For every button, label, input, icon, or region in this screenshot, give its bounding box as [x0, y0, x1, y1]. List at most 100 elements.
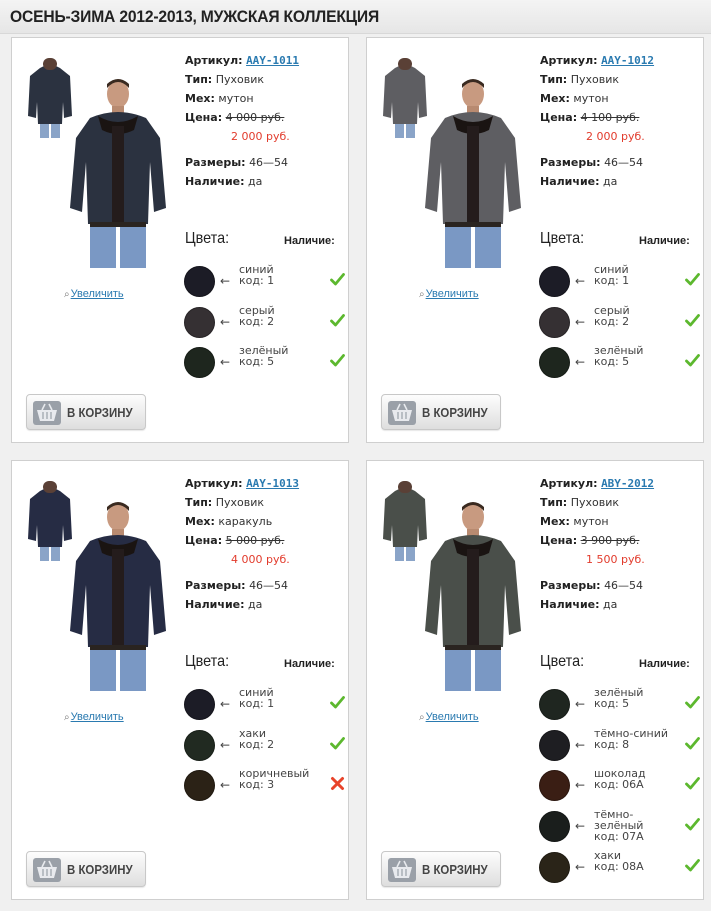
- back-view-thumbnail[interactable]: [26, 481, 74, 563]
- sizes-label: Размеры:: [540, 579, 601, 592]
- color-swatch[interactable]: [539, 730, 570, 761]
- checkmark-icon: [330, 273, 345, 286]
- catalog-page: ОСЕНЬ-ЗИМА 2012-2013, МУЖСКАЯ КОЛЛЕКЦИЯ …: [0, 0, 711, 911]
- sku-link[interactable]: AAY-1012: [601, 54, 654, 67]
- checkmark-icon: [330, 314, 345, 327]
- sizes-value: 46—54: [249, 156, 289, 169]
- color-swatch-row[interactable]: ← серый код: 2: [184, 305, 345, 341]
- checkmark-icon: [685, 777, 700, 790]
- price-label: Цена:: [185, 534, 223, 547]
- product-photo[interactable]: [68, 78, 168, 268]
- sku-link[interactable]: ABY-2012: [601, 477, 654, 490]
- back-view-thumbnail[interactable]: [381, 481, 429, 563]
- color-label: зелёный код: 5: [239, 345, 325, 367]
- type-label: Тип:: [540, 73, 568, 86]
- page-title: ОСЕНЬ-ЗИМА 2012-2013, МУЖСКАЯ КОЛЛЕКЦИЯ: [10, 7, 380, 26]
- product-photo[interactable]: [68, 501, 168, 691]
- colors-heading: Цвета:: [185, 230, 230, 247]
- product-card: ⌕Увеличить Артикул: ABY-2012 Тип: Пухови…: [366, 460, 704, 900]
- color-swatch[interactable]: [184, 347, 215, 378]
- color-swatch-row[interactable]: ← синий код: 1: [184, 687, 345, 723]
- zoom-link[interactable]: ⌕Увеличить: [419, 288, 479, 300]
- type-label: Тип:: [185, 496, 213, 509]
- color-swatch[interactable]: [184, 730, 215, 761]
- color-swatch[interactable]: [539, 770, 570, 801]
- color-label: синий код: 1: [239, 264, 325, 286]
- color-label: зелёный код: 5: [594, 687, 680, 709]
- color-swatch-row[interactable]: ← коричневый код: 3: [184, 768, 344, 804]
- add-to-cart-label: В КОРЗИНУ: [67, 862, 133, 877]
- product-info: Артикул: AAY-1011 Тип: Пуховик Мех: муто…: [185, 51, 299, 191]
- zoom-link[interactable]: ⌕Увеличить: [64, 288, 124, 300]
- availability-column-heading: Наличие:: [639, 235, 690, 247]
- color-label: зелёный код: 5: [594, 345, 680, 367]
- price-label: Цена:: [540, 534, 578, 547]
- color-swatch[interactable]: [539, 689, 570, 720]
- color-swatch[interactable]: [539, 852, 570, 883]
- add-to-cart-button[interactable]: В КОРЗИНУ: [381, 394, 501, 430]
- color-swatch[interactable]: [539, 266, 570, 297]
- color-swatch-row[interactable]: ← зелёный код: 5: [184, 345, 345, 381]
- add-to-cart-button[interactable]: В КОРЗИНУ: [26, 851, 146, 887]
- sizes-label: Размеры:: [540, 156, 601, 169]
- magnifier-icon: ⌕: [419, 289, 425, 300]
- add-to-cart-button[interactable]: В КОРЗИНУ: [381, 851, 501, 887]
- checkmark-icon: [685, 273, 700, 286]
- availability-column-heading: Наличие:: [639, 658, 690, 670]
- arrow-left-icon: ←: [575, 315, 586, 329]
- cross-icon: [331, 777, 344, 790]
- color-swatch-row[interactable]: ← тёмно-зелёный код: 07A: [539, 809, 700, 845]
- color-swatch-row[interactable]: ← синий код: 1: [184, 264, 345, 300]
- basket-icon: [33, 858, 61, 882]
- color-swatch-row[interactable]: ← серый код: 2: [539, 305, 700, 341]
- zoom-link[interactable]: ⌕Увеличить: [419, 711, 479, 723]
- color-swatch[interactable]: [184, 266, 215, 297]
- availability-column-heading: Наличие:: [284, 658, 335, 670]
- color-swatch-row[interactable]: ← хаки код: 2: [184, 728, 345, 764]
- color-swatch-row[interactable]: ← зелёный код: 5: [539, 687, 700, 723]
- color-swatch[interactable]: [539, 307, 570, 338]
- sku-link[interactable]: AAY-1011: [246, 54, 299, 67]
- back-view-thumbnail[interactable]: [381, 58, 429, 140]
- price-label: Цена:: [185, 111, 223, 124]
- color-swatch[interactable]: [184, 689, 215, 720]
- article-label: Артикул:: [540, 477, 598, 490]
- old-price: 5 000 руб.: [225, 534, 285, 547]
- old-price: 3 900 руб.: [580, 534, 640, 547]
- add-to-cart-button[interactable]: В КОРЗИНУ: [26, 394, 146, 430]
- color-swatch-row[interactable]: ← хаки код: 08A: [539, 850, 700, 886]
- color-label: серый код: 2: [239, 305, 325, 327]
- old-price: 4 000 руб.: [225, 111, 285, 124]
- color-code: код: 3: [239, 778, 275, 791]
- sale-price: 2 000 руб.: [586, 130, 645, 143]
- color-swatch-row[interactable]: ← зелёный код: 5: [539, 345, 700, 381]
- sizes-value: 46—54: [604, 579, 644, 592]
- product-photo[interactable]: [423, 501, 523, 691]
- price-label: Цена:: [540, 111, 578, 124]
- sku-link[interactable]: AAY-1013: [246, 477, 299, 490]
- zoom-label: Увеличить: [425, 288, 479, 300]
- add-to-cart-label: В КОРЗИНУ: [422, 862, 488, 877]
- magnifier-icon: ⌕: [64, 712, 70, 723]
- color-code: код: 5: [594, 355, 630, 368]
- zoom-link[interactable]: ⌕Увеличить: [64, 711, 124, 723]
- color-label: синий код: 1: [594, 264, 680, 286]
- checkmark-icon: [685, 314, 700, 327]
- fur-value: мутон: [573, 92, 609, 105]
- color-swatch-row[interactable]: ← тёмно-синий код: 8: [539, 728, 700, 764]
- color-label: синий код: 1: [239, 687, 325, 709]
- color-code: код: 1: [594, 274, 630, 287]
- color-swatch[interactable]: [184, 770, 215, 801]
- availability-column-heading: Наличие:: [284, 235, 335, 247]
- back-view-thumbnail[interactable]: [26, 58, 74, 140]
- checkmark-icon: [685, 818, 700, 831]
- color-swatch-row[interactable]: ← синий код: 1: [539, 264, 700, 300]
- color-swatch[interactable]: [539, 811, 570, 842]
- color-code: код: 1: [239, 274, 275, 287]
- product-photo[interactable]: [423, 78, 523, 268]
- basket-icon: [33, 401, 61, 425]
- arrow-left-icon: ←: [220, 355, 231, 369]
- color-swatch-row[interactable]: ← шоколад код: 06A: [539, 768, 700, 804]
- color-swatch[interactable]: [539, 347, 570, 378]
- color-swatch[interactable]: [184, 307, 215, 338]
